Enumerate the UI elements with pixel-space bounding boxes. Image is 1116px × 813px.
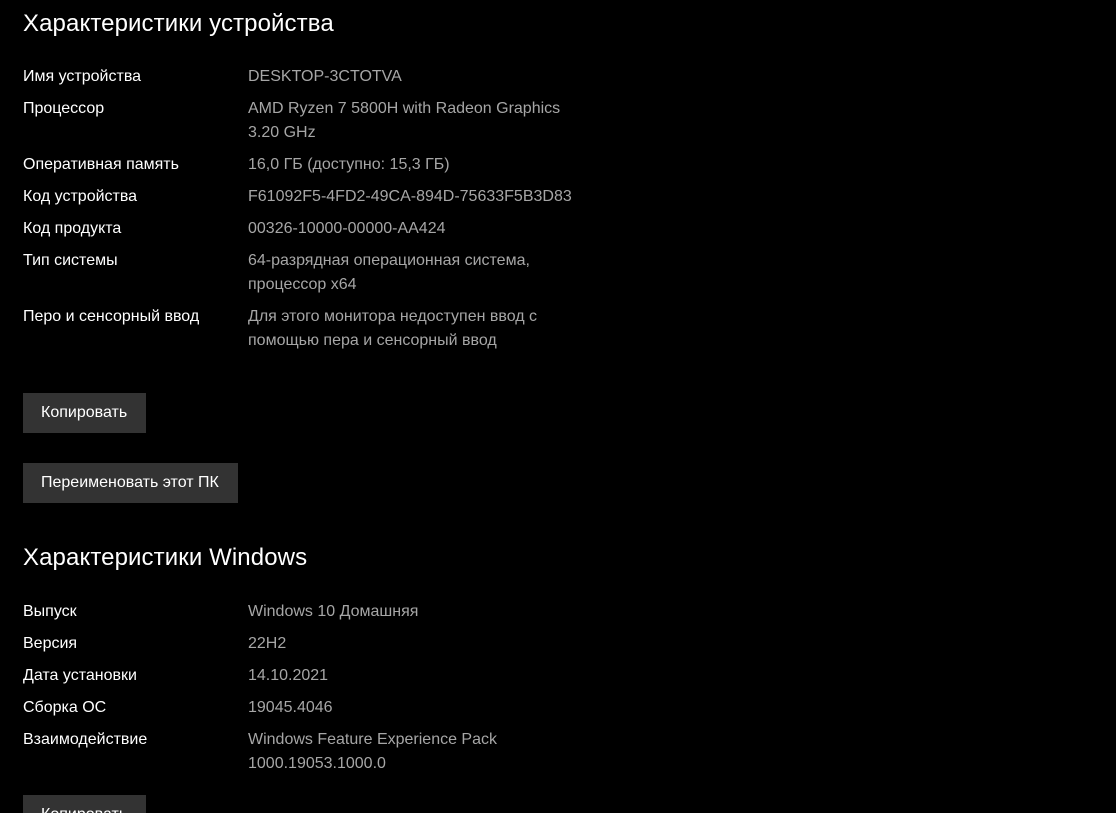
spec-value: 14.10.2021 xyxy=(248,667,329,684)
rename-pc-button[interactable]: Переименовать этот ПК xyxy=(23,463,238,503)
spec-row-version: Версия 22H2 xyxy=(23,632,583,656)
spec-key: Перо и сенсорный ввод xyxy=(23,308,200,325)
windows-specs-title: Характеристики Windows xyxy=(23,544,308,571)
spec-row-device-name: Имя устройства DESKTOP-3CTOTVA xyxy=(23,65,583,89)
copy-windows-specs-button[interactable]: Копировать xyxy=(23,795,147,813)
spec-key: Дата установки xyxy=(23,667,137,684)
spec-row-processor: Процессор AMD Ryzen 7 5800H with Radeon … xyxy=(23,97,583,145)
spec-row-ram: Оперативная память 16,0 ГБ (доступно: 15… xyxy=(23,153,583,177)
spec-row-experience: Взаимодействие Windows Feature Experienc… xyxy=(23,728,583,776)
spec-value: 22H2 xyxy=(248,635,287,652)
spec-key: Код продукта xyxy=(23,220,122,237)
spec-key: Оперативная память xyxy=(23,156,179,173)
spec-value: Windows 10 Домашняя xyxy=(248,603,419,620)
spec-value: 64-разрядная операционная система, проце… xyxy=(248,252,530,293)
spec-row-install-date: Дата установки 14.10.2021 xyxy=(23,664,583,688)
spec-key: Версия xyxy=(23,635,78,652)
spec-row-product-id: Код продукта 00326-10000-00000-AA424 xyxy=(23,217,583,241)
spec-row-pen-touch: Перо и сенсорный ввод Для этого монитора… xyxy=(23,305,583,353)
spec-row-edition: Выпуск Windows 10 Домашняя xyxy=(23,600,583,624)
spec-key: Код устройства xyxy=(23,188,138,205)
spec-value: Windows Feature Experience Pack 1000.190… xyxy=(248,731,497,772)
windows-specs-list: Выпуск Windows 10 Домашняя Версия 22H2 Д… xyxy=(23,600,583,784)
spec-key: Сборка ОС xyxy=(23,699,107,716)
spec-key: Выпуск xyxy=(23,603,77,620)
copy-device-specs-button[interactable]: Копировать xyxy=(23,393,147,433)
spec-value: 00326-10000-00000-AA424 xyxy=(248,220,446,237)
spec-row-os-build: Сборка ОС 19045.4046 xyxy=(23,696,583,720)
spec-row-system-type: Тип системы 64-разрядная операционная си… xyxy=(23,249,583,297)
device-specs-title: Характеристики устройства xyxy=(23,10,334,37)
spec-row-device-id: Код устройства F61092F5-4FD2-49CA-894D-7… xyxy=(23,185,583,209)
spec-key: Взаимодействие xyxy=(23,731,148,748)
spec-value: F61092F5-4FD2-49CA-894D-75633F5B3D83 xyxy=(248,188,572,205)
spec-key: Тип системы xyxy=(23,252,118,269)
device-specs-list: Имя устройства DESKTOP-3CTOTVA Процессор… xyxy=(23,65,583,361)
spec-value: DESKTOP-3CTOTVA xyxy=(248,68,402,85)
spec-value: 19045.4046 xyxy=(248,699,333,716)
spec-value: Для этого монитора недоступен ввод с пом… xyxy=(248,308,538,349)
spec-value: AMD Ryzen 7 5800H with Radeon Graphics 3… xyxy=(248,100,561,141)
spec-key: Процессор xyxy=(23,100,105,117)
spec-key: Имя устройства xyxy=(23,68,142,85)
spec-value: 16,0 ГБ (доступно: 15,3 ГБ) xyxy=(248,156,450,173)
